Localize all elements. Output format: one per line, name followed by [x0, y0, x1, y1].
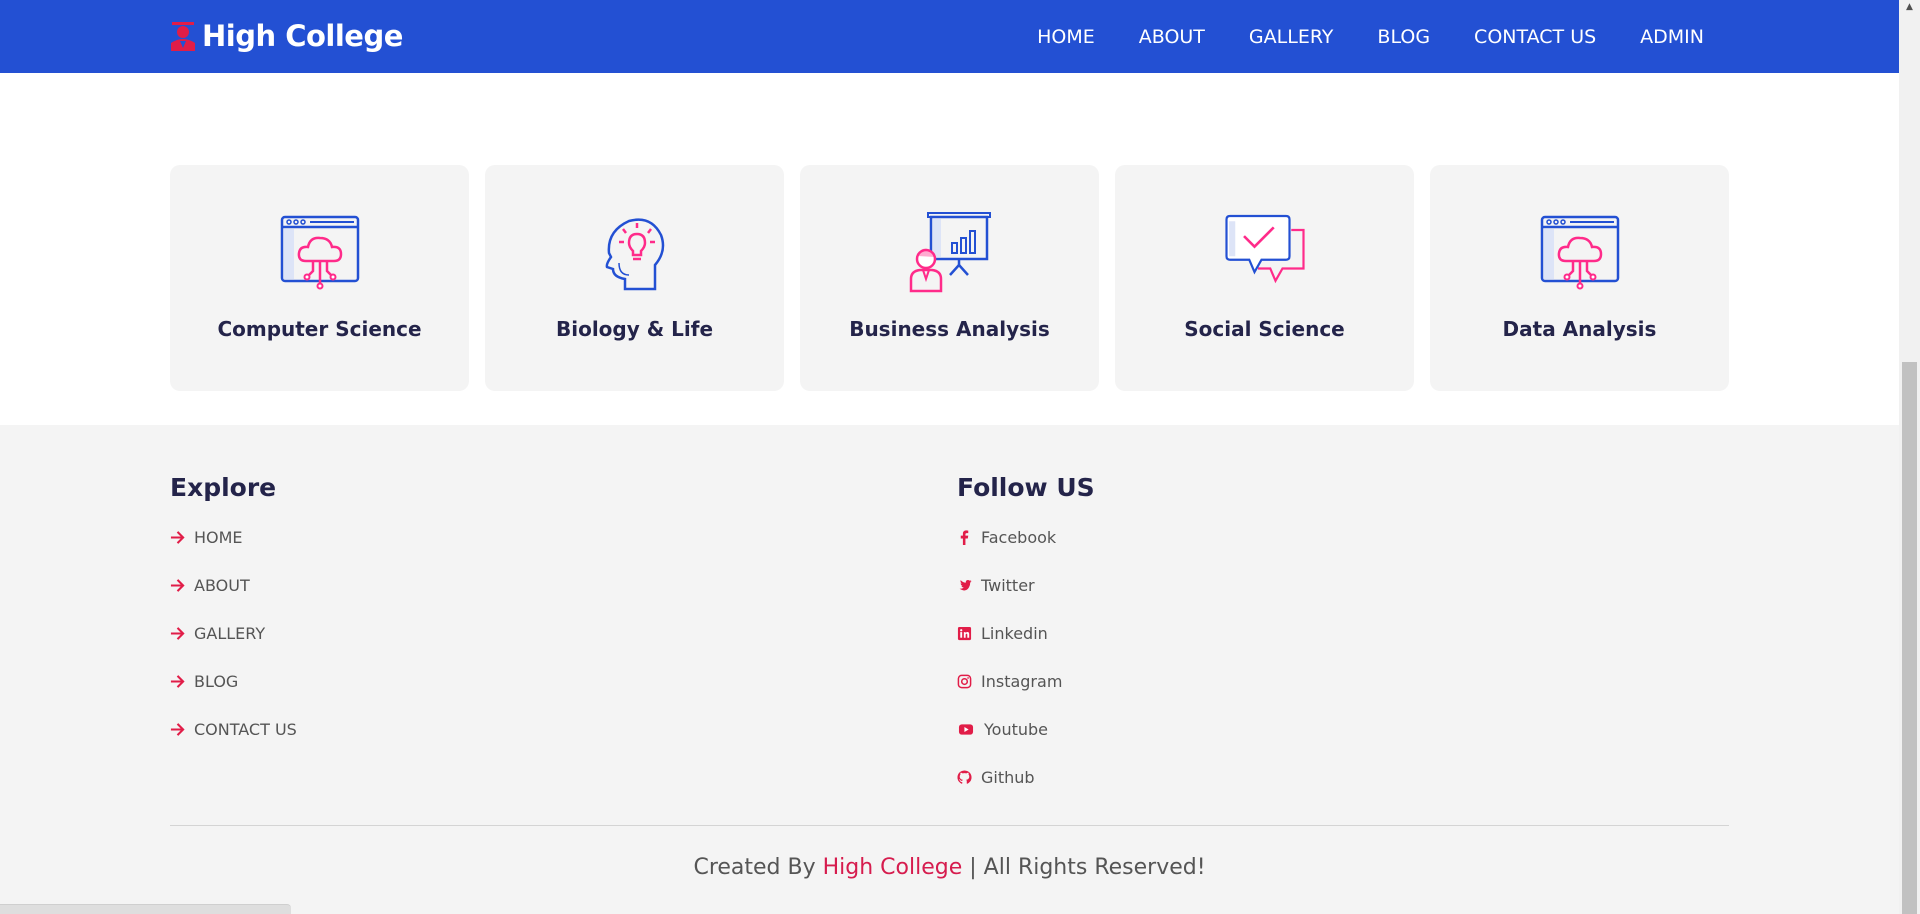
footer-follow-links: Facebook Twitter Linkedin Instagram Yout…	[957, 528, 1095, 816]
twitter-icon	[959, 579, 972, 591]
footer-follow-title: Follow US	[957, 473, 1095, 502]
copyright-text: Created By High College | All Rights Res…	[0, 855, 1899, 880]
footer-link-home[interactable]: HOME	[170, 528, 297, 576]
footer-divider	[170, 825, 1729, 826]
brand-name: High College	[202, 19, 403, 53]
cloud-browser-icon	[280, 215, 359, 290]
graduate-icon	[171, 22, 195, 51]
social-link-youtube[interactable]: Youtube	[957, 720, 1095, 768]
navbar: High College HOME ABOUT GALLERY BLOG CON…	[0, 0, 1899, 73]
nav-home[interactable]: HOME	[1037, 26, 1095, 48]
footer-link-gallery[interactable]: GALLERY	[170, 624, 297, 672]
social-link-instagram[interactable]: Instagram	[957, 672, 1095, 720]
category-card-biology-life[interactable]: Biology & Life	[485, 165, 784, 391]
nav-blog[interactable]: BLOG	[1377, 26, 1430, 48]
nav-about[interactable]: ABOUT	[1139, 26, 1205, 48]
brand-logo[interactable]: High College	[170, 18, 403, 54]
social-link-linkedin[interactable]: Linkedin	[957, 624, 1095, 672]
category-card-computer-science[interactable]: Computer Science	[170, 165, 469, 391]
facebook-icon	[960, 530, 969, 545]
social-link-label: Twitter	[981, 576, 1035, 595]
social-link-twitter[interactable]: Twitter	[957, 576, 1095, 624]
scroll-up-arrow-icon[interactable]: ▲	[1899, 0, 1920, 17]
copyright-brand-link[interactable]: High College	[823, 855, 963, 880]
page-scrollbar[interactable]: ▲	[1899, 0, 1920, 914]
footer-link-label: GALLERY	[194, 624, 266, 643]
social-link-facebook[interactable]: Facebook	[957, 528, 1095, 576]
linkedin-icon	[957, 626, 972, 641]
category-cards: Computer Science Biology & Life Business…	[170, 165, 1729, 391]
social-link-label: Instagram	[981, 672, 1063, 691]
bottom-corner-tab	[0, 904, 291, 914]
copyright-prefix: Created By	[693, 855, 816, 880]
category-title: Biology & Life	[555, 317, 714, 341]
footer-link-blog[interactable]: BLOG	[170, 672, 297, 720]
footer-link-about[interactable]: ABOUT	[170, 576, 297, 624]
head-lightbulb-icon	[605, 218, 664, 291]
footer-follow: Follow US Facebook Twitter Linkedin Inst…	[957, 473, 1095, 816]
category-title: Social Science	[1184, 317, 1345, 341]
social-link-github[interactable]: Github	[957, 768, 1095, 816]
presentation-icon	[909, 212, 991, 293]
footer-explore: Explore HOME ABOUT GALLERY BLOG CONTACT …	[170, 473, 297, 768]
main-nav: HOME ABOUT GALLERY BLOG CONTACT US ADMIN	[993, 0, 1704, 73]
nav-gallery[interactable]: GALLERY	[1249, 26, 1334, 48]
arrow-right-icon	[170, 531, 185, 544]
category-card-data-analysis[interactable]: Data Analysis	[1430, 165, 1729, 391]
youtube-icon	[958, 724, 974, 735]
scroll-thumb[interactable]	[1902, 362, 1917, 914]
footer-explore-title: Explore	[170, 473, 277, 502]
social-link-label: Linkedin	[981, 624, 1048, 643]
footer-explore-links: HOME ABOUT GALLERY BLOG CONTACT US	[170, 528, 297, 768]
arrow-right-icon	[170, 675, 185, 688]
nav-admin[interactable]: ADMIN	[1640, 26, 1704, 48]
chat-bubbles-icon	[1224, 214, 1305, 284]
category-title: Computer Science	[217, 317, 422, 341]
category-title: Business Analysis	[849, 317, 1050, 341]
category-title: Data Analysis	[1502, 317, 1657, 341]
arrow-right-icon	[170, 627, 185, 640]
footer: Explore HOME ABOUT GALLERY BLOG CONTACT …	[0, 425, 1899, 914]
arrow-right-icon	[170, 579, 185, 592]
footer-link-label: ABOUT	[194, 576, 250, 595]
footer-link-label: CONTACT US	[194, 720, 297, 739]
category-card-social-science[interactable]: Social Science	[1115, 165, 1414, 391]
instagram-icon	[957, 674, 972, 689]
category-card-business-analysis[interactable]: Business Analysis	[800, 165, 1099, 391]
cloud-browser-icon	[1540, 215, 1619, 290]
nav-contact-us[interactable]: CONTACT US	[1474, 26, 1596, 48]
social-link-label: Youtube	[984, 720, 1048, 739]
footer-link-contact-us[interactable]: CONTACT US	[170, 720, 297, 768]
copyright-suffix: | All Rights Reserved!	[969, 855, 1206, 880]
arrow-right-icon	[170, 723, 185, 736]
github-icon	[957, 770, 972, 784]
footer-link-label: BLOG	[194, 672, 239, 691]
footer-link-label: HOME	[194, 528, 243, 547]
social-link-label: Github	[981, 768, 1035, 787]
social-link-label: Facebook	[981, 528, 1057, 547]
